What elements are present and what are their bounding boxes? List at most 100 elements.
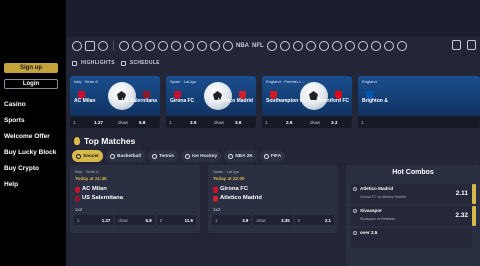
odds-value[interactable]: 2.5 — [286, 120, 307, 125]
highlight-card[interactable]: Spain · LaLiga Girona FC Atletico Madrid… — [166, 76, 256, 128]
handball-icon[interactable] — [318, 41, 329, 51]
odds-row: 1 3.9 draw 3.6 — [166, 116, 256, 128]
sidebar-item-buy-crypto[interactable]: Buy Crypto — [4, 164, 56, 180]
sidebar-item-buy-lucky-block[interactable]: Buy Lucky Block — [4, 148, 56, 164]
combo-odd: 2.11 — [455, 190, 468, 197]
market-label: 1x2 — [75, 207, 83, 212]
league-label: Spain · LaLiga — [213, 169, 239, 174]
star-icon[interactable] — [98, 41, 108, 51]
odds-button[interactable]: 2 2.1 — [294, 215, 334, 225]
odds-label: 1 — [265, 119, 268, 125]
league-label: England · Premier L... — [266, 79, 305, 84]
snooker-icon[interactable] — [383, 41, 394, 51]
highlight-card[interactable]: Italy · Serie A AC Milan US Salernitana … — [70, 76, 160, 128]
odds-value[interactable]: 1.27 — [94, 120, 115, 125]
odds-value: 5.8 — [145, 217, 152, 223]
combo-match: Girona FC vs Atletico Madrid — [360, 195, 406, 199]
sport-chip-tennis[interactable]: Tennis — [148, 150, 179, 162]
table-tennis-icon[interactable] — [370, 41, 381, 51]
volleyball-icon[interactable] — [197, 41, 207, 51]
chevron-down-icon[interactable] — [396, 41, 407, 51]
odds-button[interactable]: draw 3.35 — [253, 215, 293, 225]
tab-highlights[interactable]: HIGHLIGHTS — [72, 60, 115, 66]
sport-chip-ice-hockey[interactable]: Ice Hockey — [181, 150, 222, 162]
sport-chip-basketball[interactable]: Basketball — [106, 150, 145, 162]
cycling-icon[interactable] — [344, 41, 355, 51]
tennis-icon[interactable] — [145, 41, 155, 51]
football-icon[interactable] — [171, 41, 181, 51]
sport-chip-label: Tennis — [159, 153, 175, 159]
esports-icon[interactable] — [279, 41, 290, 51]
tab-schedule[interactable]: SCHEDULE — [120, 60, 160, 66]
odds-value[interactable]: 3.6 — [235, 120, 256, 125]
odds-button[interactable]: 1 3.9 — [212, 215, 252, 225]
sidebar-item-welcome-offer[interactable]: Welcome Offer — [4, 132, 56, 148]
rugby-icon[interactable] — [266, 41, 277, 51]
sport-chip-label: Ice Hockey — [192, 153, 218, 159]
odds-value[interactable]: 3.3 — [331, 120, 352, 125]
sport-chip-soccer[interactable]: Soccer — [72, 150, 103, 162]
basketball-icon[interactable] — [132, 41, 142, 51]
combo-accent-bar — [472, 206, 476, 226]
sport-icon-bar: NBA NFL — [72, 40, 480, 52]
combo-match: Sivasspor vs Besiktas — [360, 217, 395, 221]
soccer-ball-image — [300, 82, 328, 110]
highlight-card[interactable]: England · Premier L... Southampton FC Br… — [262, 76, 352, 128]
cricket-icon[interactable] — [292, 41, 303, 51]
golf-icon[interactable] — [210, 41, 220, 51]
flame-icon — [74, 137, 80, 145]
sport-chip-label: FIFA — [270, 153, 282, 159]
nba2k-icon — [228, 153, 234, 159]
ice-hockey-icon[interactable] — [184, 41, 194, 51]
odds-value: 2.1 — [324, 217, 331, 223]
combo-item[interactable]: Sivasspor Sivasspor vs Besiktas 2.32 — [350, 206, 472, 226]
sidebar-item-sports[interactable]: Sports — [4, 116, 56, 132]
match-time: Today at 21:45 — [75, 176, 107, 181]
signup-button[interactable]: Sign up — [4, 63, 58, 73]
sidebar-nav: Casino Sports Welcome Offer Buy Lucky Bl… — [4, 100, 56, 196]
mma-icon[interactable] — [223, 41, 233, 51]
bet-slip-icon[interactable] — [467, 40, 476, 50]
login-button[interactable]: Login — [4, 79, 58, 89]
sport-chip-fifa[interactable]: FIFA — [259, 150, 286, 162]
highlight-card[interactable]: England Brighton & 1 — [358, 76, 480, 128]
soccer-ball-image — [204, 82, 232, 110]
odds-button[interactable]: draw 5.8 — [115, 215, 155, 225]
home-team: Southampton FC — [266, 98, 307, 104]
app-root: Sign up Login Casino Sports Welcome Offe… — [0, 0, 480, 266]
team-crest-icon — [75, 187, 80, 193]
market-label: 1x2 — [213, 207, 221, 212]
basketball-icon — [110, 153, 115, 159]
sport-chip-label: Basketball — [117, 153, 141, 159]
nba-icon[interactable]: NBA — [236, 41, 249, 51]
boxing-icon[interactable] — [305, 41, 316, 51]
combo-item[interactable]: over 2.5 — [350, 228, 472, 248]
darts-icon[interactable] — [357, 41, 368, 51]
copy-icon[interactable] — [452, 40, 461, 50]
sidebar-item-casino[interactable]: Casino — [4, 100, 56, 116]
soccer-icon[interactable] — [119, 41, 129, 51]
combo-item[interactable]: Atletico Madrid Girona FC vs Atletico Ma… — [350, 184, 472, 204]
home-team: Girona FC — [220, 186, 249, 192]
odds-row: 1 1.27 draw 5.8 2 11.5 — [74, 215, 196, 225]
sport-chip-nba2k[interactable]: NBA 2K — [224, 150, 257, 162]
live-icon[interactable] — [85, 41, 95, 51]
odds-value[interactable]: 3.9 — [190, 120, 211, 125]
gear-icon[interactable] — [72, 41, 82, 51]
baseball-icon[interactable] — [158, 41, 168, 51]
odds-label: draw — [214, 119, 224, 125]
home-team: AC Milan — [82, 186, 107, 192]
check-icon — [353, 231, 357, 235]
sidebar-item-help[interactable]: Help — [4, 180, 56, 196]
away-team: US Salernitana — [121, 98, 157, 104]
match-card[interactable]: Italy · Serie A Today at 21:45 AC Milan … — [70, 165, 200, 233]
fifa-icon — [263, 153, 269, 159]
match-card[interactable]: Spain · LaLiga Today at 22:00 Girona FC … — [208, 165, 338, 233]
odds-button[interactable]: 2 11.5 — [156, 215, 196, 225]
match-time: Today at 22:00 — [213, 176, 245, 181]
nfl-icon[interactable]: NFL — [252, 41, 264, 51]
odds-value[interactable]: 5.8 — [139, 120, 160, 125]
odds-button[interactable]: 1 1.27 — [74, 215, 114, 225]
motorsport-icon[interactable] — [331, 41, 342, 51]
odds-label: 1 — [169, 119, 172, 125]
